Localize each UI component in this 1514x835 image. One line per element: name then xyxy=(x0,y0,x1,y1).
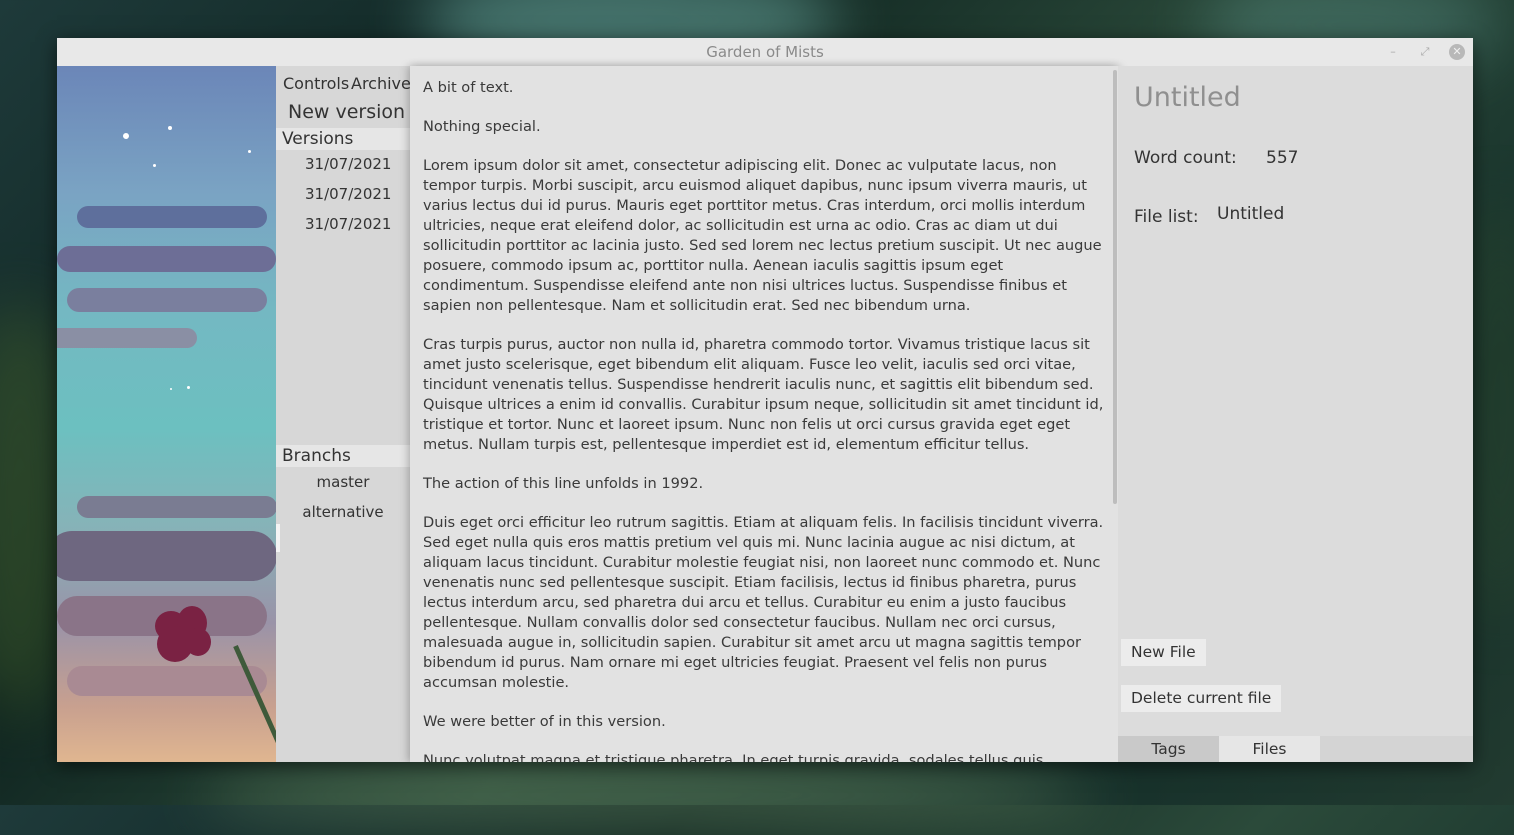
editor-paragraph: Nunc volutpat magna et tristique pharetr… xyxy=(423,752,1048,762)
file-list-item[interactable]: Untitled xyxy=(1217,204,1284,224)
file-list-label: File list: xyxy=(1134,207,1199,227)
new-file-button[interactable]: New File xyxy=(1121,639,1206,666)
word-count-value: 557 xyxy=(1266,148,1299,168)
editor-paragraph: The action of this line unfolds in 1992. xyxy=(423,475,704,492)
editor-content[interactable]: A bit of text. Nothing special. Lorem ip… xyxy=(423,78,1105,762)
editor-paragraph: Duis eget orci efficitur leo rutrum sagi… xyxy=(423,514,1104,691)
editor-paragraph: Lorem ipsum dolor sit amet, consectetur … xyxy=(423,157,1102,314)
branches-header: Branchs xyxy=(276,445,410,467)
background-artwork xyxy=(57,66,276,762)
branch-item-alternative[interactable]: alternative xyxy=(276,503,410,521)
branch-selection-indicator xyxy=(276,524,280,552)
minimize-icon[interactable]: – xyxy=(1385,44,1401,60)
editor-paragraph: Cras turpis purus, auctor non nulla id, … xyxy=(423,336,1104,453)
menu-archive[interactable]: Archive xyxy=(351,74,411,93)
editor-paragraph: Nothing special. xyxy=(423,118,541,135)
delete-file-button[interactable]: Delete current file xyxy=(1121,685,1282,712)
version-item[interactable]: 31/07/2021 xyxy=(305,155,391,173)
close-icon[interactable]: ✕ xyxy=(1449,44,1465,60)
branch-item-master[interactable]: master xyxy=(276,473,410,491)
app-window: Garden of Mists – ⤢ ✕ Controls Archive N… xyxy=(57,38,1473,762)
title-bar[interactable]: Garden of Mists – ⤢ ✕ xyxy=(57,38,1473,67)
document-info-panel: Untitled Word count: 557 File list: Unti… xyxy=(1118,66,1473,762)
versions-header: Versions xyxy=(276,128,410,150)
version-item[interactable]: 31/07/2021 xyxy=(305,215,391,233)
menu-controls[interactable]: Controls xyxy=(283,74,349,93)
window-title: Garden of Mists xyxy=(706,43,824,61)
maximize-icon[interactable]: ⤢ xyxy=(1417,44,1433,60)
word-count-label: Word count: xyxy=(1134,148,1237,168)
editor-paragraph: We were better of in this version. xyxy=(423,713,666,730)
text-editor[interactable]: A bit of text. Nothing special. Lorem ip… xyxy=(410,66,1118,762)
tab-files[interactable]: Files xyxy=(1219,736,1320,762)
new-version-button[interactable]: New version xyxy=(288,101,405,123)
document-title: Untitled xyxy=(1134,82,1241,113)
versions-panel: Controls Archive New version Versions 31… xyxy=(276,66,411,762)
editor-paragraph: A bit of text. xyxy=(423,79,514,96)
tab-tags[interactable]: Tags xyxy=(1118,736,1219,762)
panel-tabs: Tags Files xyxy=(1118,736,1473,762)
editor-scrollbar[interactable] xyxy=(1113,70,1117,504)
version-item[interactable]: 31/07/2021 xyxy=(305,185,391,203)
